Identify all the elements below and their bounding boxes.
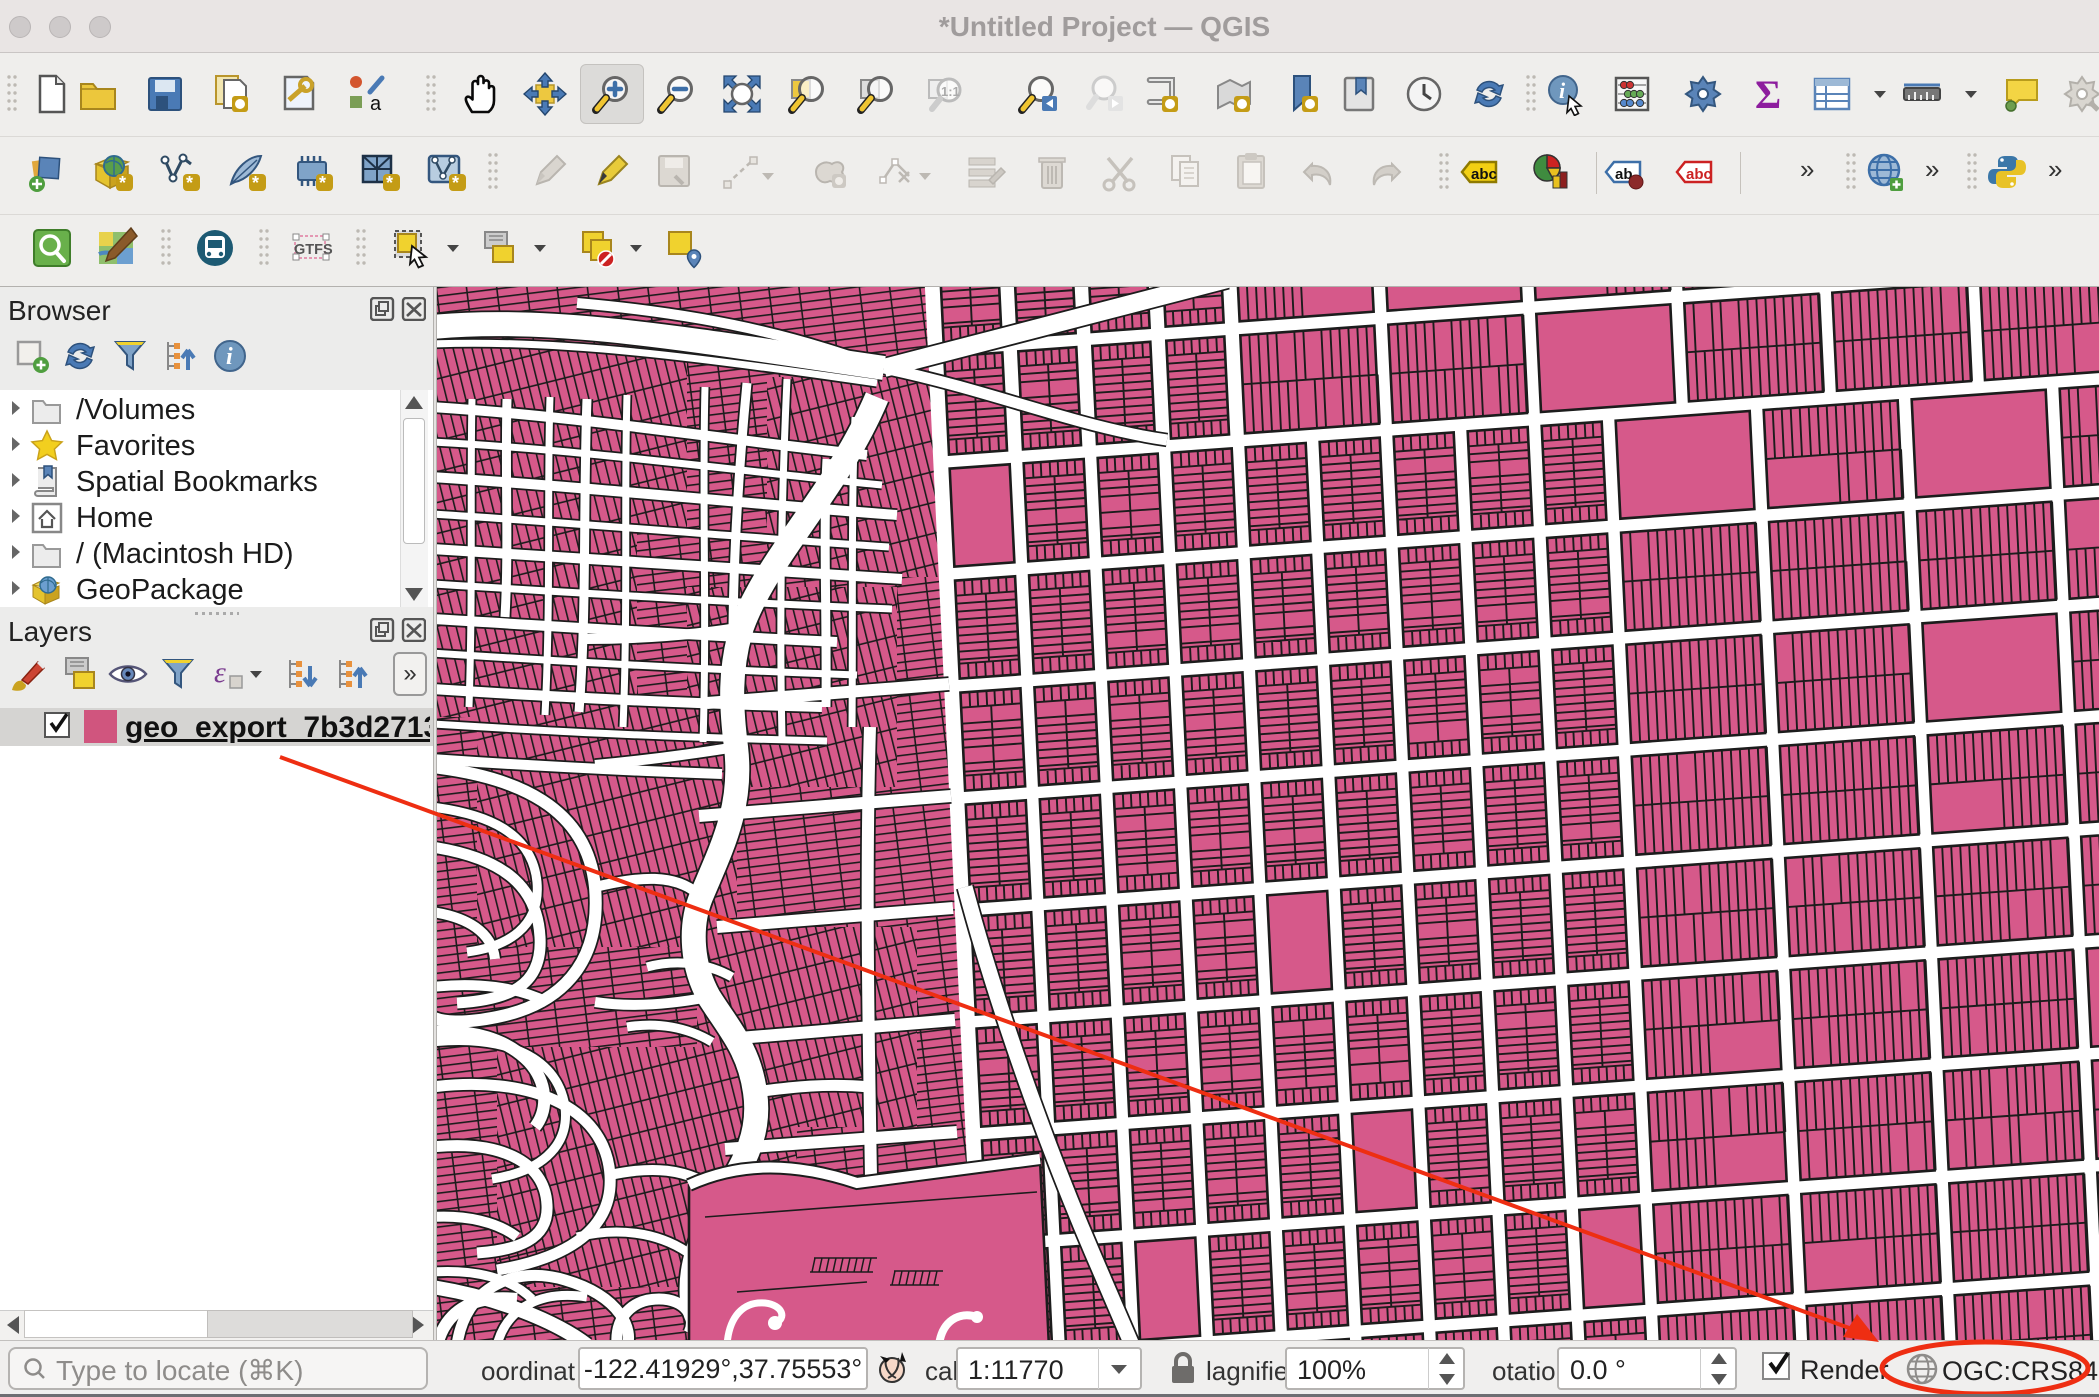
svg-text:i: i	[226, 344, 233, 370]
svg-text:*: *	[386, 173, 393, 193]
svg-text:*: *	[319, 173, 326, 193]
svg-text:1:1: 1:1	[941, 84, 960, 99]
svg-text:*: *	[252, 173, 259, 193]
svg-text:abc: abc	[1471, 166, 1497, 183]
svg-text:ε: ε	[214, 656, 226, 689]
svg-text:*: *	[119, 173, 126, 193]
svg-text:*: *	[186, 173, 193, 193]
svg-text:a: a	[370, 93, 382, 115]
svg-text:*: *	[452, 173, 459, 193]
svg-text:abc: abc	[1686, 166, 1712, 183]
svg-text:Σ: Σ	[1755, 72, 1781, 116]
svg-text:i: i	[1559, 78, 1566, 103]
